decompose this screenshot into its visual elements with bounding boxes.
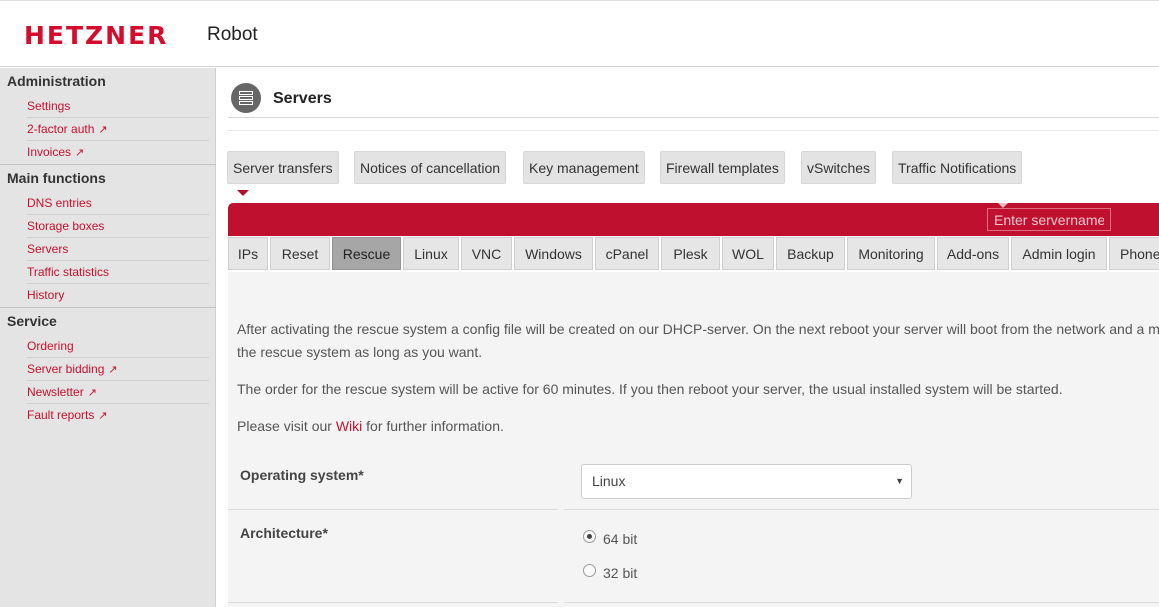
sidebar-item-invoices[interactable]: Invoices ↗ [27, 141, 209, 164]
rescue-description-line2: the rescue system as long as you want. [237, 344, 483, 360]
sidebar-item-storage-boxes[interactable]: Storage boxes [27, 215, 209, 238]
sidebar-item-newsletter[interactable]: Newsletter ↗ [27, 381, 209, 404]
rescue-description-line1: After activating the rescue system a con… [237, 321, 1159, 337]
tab-windows[interactable]: Windows [514, 237, 593, 270]
dropdown-arrow-icon: ▼ [895, 476, 904, 486]
external-link-icon: ↗ [87, 387, 97, 399]
operating-system-select[interactable]: Linux ▼ [581, 464, 912, 499]
radio-64-bit[interactable] [583, 530, 596, 543]
tab-reset[interactable]: Reset [270, 237, 330, 270]
external-link-icon: ↗ [98, 124, 108, 136]
tab-phone[interactable]: Phone [1109, 237, 1159, 270]
tab-add-ons[interactable]: Add-ons [937, 237, 1009, 270]
sidebar-divider [0, 164, 216, 165]
external-link-icon: ↗ [108, 364, 118, 376]
product-name: Robot [207, 24, 258, 45]
sidebar-item-ordering[interactable]: Ordering [27, 335, 209, 358]
hetzner-logo[interactable]: HETZNER [24, 21, 168, 50]
sidebar-item-label: Fault reports [27, 408, 95, 422]
tab-ips[interactable]: IPs [228, 237, 268, 270]
sidebar-item-dns-entries[interactable]: DNS entries [27, 192, 209, 215]
subtab-key-management[interactable]: Key management [523, 151, 645, 184]
architecture-label: Architecture* [240, 525, 328, 541]
tab-plesk[interactable]: Plesk [661, 237, 720, 270]
subtab-firewall-templates[interactable]: Firewall templates [660, 151, 785, 184]
rescue-duration-note: The order for the rescue system will be … [237, 381, 1063, 397]
sidebar: Administration Settings 2-factor auth ↗ I… [0, 68, 216, 607]
caret-down-icon [237, 190, 249, 196]
tab-admin-login[interactable]: Admin login [1011, 237, 1107, 270]
operating-system-value: Linux [592, 473, 626, 489]
sidebar-item-label: Traffic statistics [27, 265, 110, 279]
sidebar-item-history[interactable]: History [27, 284, 209, 307]
sidebar-item-label: History [27, 288, 65, 302]
sidebar-item-traffic-statistics[interactable]: Traffic statistics [27, 261, 209, 284]
radio-32-bit-label: 32 bit [603, 565, 638, 581]
tab-cpanel[interactable]: cPanel [595, 237, 659, 270]
server-list-icon [231, 83, 261, 113]
sidebar-item-fault-reports[interactable]: Fault reports ↗ [27, 404, 209, 427]
tab-monitoring[interactable]: Monitoring [847, 237, 935, 270]
sidebar-item-settings[interactable]: Settings [27, 95, 209, 118]
form-row-divider [228, 602, 1159, 603]
wiki-link[interactable]: Wiki [336, 418, 362, 434]
tab-vnc[interactable]: VNC [461, 237, 512, 270]
external-link-icon: ↗ [75, 147, 85, 159]
sidebar-section-administration: Administration [7, 73, 106, 89]
sidebar-item-label: Newsletter [27, 385, 84, 399]
sidebar-item-label: Ordering [27, 339, 74, 353]
sidebar-item-label: Servers [27, 242, 69, 256]
sidebar-divider [0, 307, 216, 308]
page-title: Servers [273, 90, 332, 107]
tab-wol[interactable]: WOL [722, 237, 774, 270]
sidebar-section-main-functions: Main functions [7, 170, 106, 186]
subtab-server-transfers[interactable]: Server transfers [227, 151, 339, 184]
sidebar-item-server-bidding[interactable]: Server bidding ↗ [27, 358, 209, 381]
form-row-divider [228, 509, 1159, 510]
sidebar-item-label: Server bidding [27, 362, 105, 376]
radio-32-bit[interactable] [583, 564, 596, 577]
sidebar-item-label: Storage boxes [27, 219, 105, 233]
sidebar-item-label: Invoices [27, 145, 72, 159]
external-link-icon: ↗ [98, 410, 108, 422]
wiki-note: Please visit our Wiki for further inform… [237, 418, 504, 434]
sidebar-section-service: Service [7, 313, 57, 329]
radio-64-bit-label: 64 bit [603, 531, 638, 547]
server-search-input[interactable] [987, 208, 1111, 231]
tab-backup[interactable]: Backup [776, 237, 845, 270]
title-divider [228, 117, 1159, 118]
sidebar-item-label: 2-factor auth [27, 122, 95, 136]
sidebar-item-servers[interactable]: Servers [27, 238, 209, 261]
sidebar-item-label: DNS entries [27, 196, 92, 210]
sidebar-item-2-factor-auth[interactable]: 2-factor auth ↗ [27, 118, 209, 141]
subtab-vswitches[interactable]: vSwitches [801, 151, 877, 184]
sidebar-item-label: Settings [27, 99, 71, 113]
tab-linux[interactable]: Linux [403, 237, 459, 270]
title-divider [228, 130, 1159, 131]
subtab-notices-of-cancellation[interactable]: Notices of cancellation [354, 151, 507, 184]
tab-rescue[interactable]: Rescue [332, 237, 401, 270]
subtab-traffic-notifications[interactable]: Traffic Notifications [892, 151, 1023, 184]
operating-system-label: Operating system* [240, 467, 364, 483]
top-header: HETZNER Robot [0, 0, 1159, 67]
